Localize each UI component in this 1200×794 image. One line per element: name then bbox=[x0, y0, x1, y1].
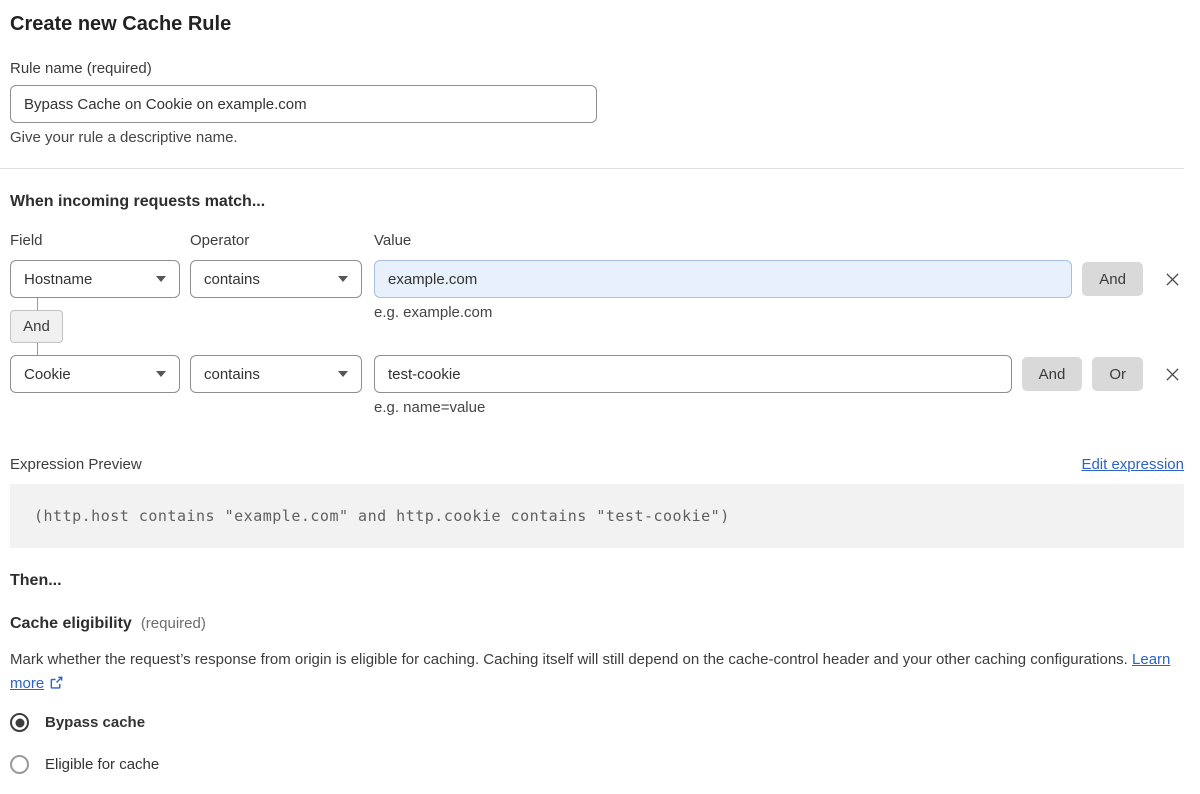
section-divider bbox=[0, 168, 1184, 169]
close-icon bbox=[1165, 367, 1179, 381]
value-input-1[interactable] bbox=[374, 260, 1073, 298]
remove-condition-1-button[interactable] bbox=[1160, 267, 1184, 291]
value-input-2[interactable] bbox=[374, 355, 1012, 393]
page-title: Create new Cache Rule bbox=[10, 13, 232, 35]
radio-label: Eligible for cache bbox=[45, 756, 160, 773]
operator-select-1-value: contains bbox=[204, 270, 260, 288]
rule-name-label: Rule name (required) bbox=[10, 60, 152, 77]
external-link-icon bbox=[50, 676, 63, 689]
cache-eligibility-description: Mark whether the request’s response from… bbox=[10, 648, 1184, 696]
radio-selected-icon[interactable] bbox=[10, 713, 29, 732]
cache-eligibility-options: Bypass cache Eligible for cache bbox=[10, 713, 1184, 774]
operator-select-2-value: contains bbox=[204, 365, 260, 383]
radio-option-bypass-cache[interactable]: Bypass cache bbox=[10, 713, 1184, 732]
field-select-2[interactable]: Cookie bbox=[10, 355, 180, 393]
condition-connector: And e.g. example.com bbox=[10, 298, 1184, 355]
rule-name-helper: Give your rule a descriptive name. bbox=[10, 129, 238, 146]
field-select-1[interactable]: Hostname bbox=[10, 260, 180, 298]
value-hint-1: e.g. example.com bbox=[374, 304, 493, 321]
expression-header: Expression Preview Edit expression bbox=[10, 455, 1184, 474]
or-button-row-2[interactable]: Or bbox=[1092, 357, 1143, 391]
rule-name-input[interactable] bbox=[10, 85, 597, 123]
value-column-label: Value bbox=[374, 232, 412, 249]
and-button-row-2[interactable]: And bbox=[1021, 357, 1083, 391]
operator-column-label: Operator bbox=[190, 232, 250, 249]
match-heading: When incoming requests match... bbox=[10, 193, 266, 210]
cache-eligibility-header: Cache eligibility (required) bbox=[10, 614, 1184, 633]
chevron-down-icon bbox=[156, 276, 166, 282]
field-column-label: Field bbox=[10, 232, 43, 249]
field-select-1-value: Hostname bbox=[24, 270, 93, 288]
required-note: (required) bbox=[140, 615, 206, 632]
chevron-down-icon bbox=[338, 371, 348, 377]
value-hint-2: e.g. name=value bbox=[374, 399, 486, 416]
cache-eligibility-title: Cache eligibility bbox=[10, 615, 132, 632]
condition-row-1: Hostname contains And bbox=[10, 260, 1184, 298]
remove-condition-2-button[interactable] bbox=[1160, 362, 1184, 386]
radio-unselected-icon[interactable] bbox=[10, 755, 29, 774]
connector-and-button[interactable]: And bbox=[10, 310, 63, 343]
description-text: Mark whether the request’s response from… bbox=[10, 651, 1128, 668]
chevron-down-icon bbox=[338, 276, 348, 282]
operator-select-1[interactable]: contains bbox=[190, 260, 362, 298]
edit-expression-link[interactable]: Edit expression bbox=[1081, 456, 1184, 473]
chevron-down-icon bbox=[156, 371, 166, 377]
operator-select-2[interactable]: contains bbox=[190, 355, 362, 393]
field-select-2-value: Cookie bbox=[24, 365, 71, 383]
close-icon bbox=[1165, 272, 1179, 286]
radio-label: Bypass cache bbox=[45, 714, 146, 731]
then-heading: Then... bbox=[10, 572, 62, 589]
and-button-row-1[interactable]: And bbox=[1082, 262, 1143, 296]
expression-code-block: (http.host contains "example.com" and ht… bbox=[10, 484, 1184, 548]
condition-row-2: Cookie contains And Or bbox=[10, 355, 1184, 393]
radio-option-eligible-for-cache[interactable]: Eligible for cache bbox=[10, 755, 1184, 774]
expression-preview-label: Expression Preview bbox=[10, 456, 142, 473]
condition-column-headers: Field Operator Value bbox=[10, 232, 1184, 250]
create-cache-rule-page: Create new Cache Rule Rule name (require… bbox=[0, 0, 1200, 794]
